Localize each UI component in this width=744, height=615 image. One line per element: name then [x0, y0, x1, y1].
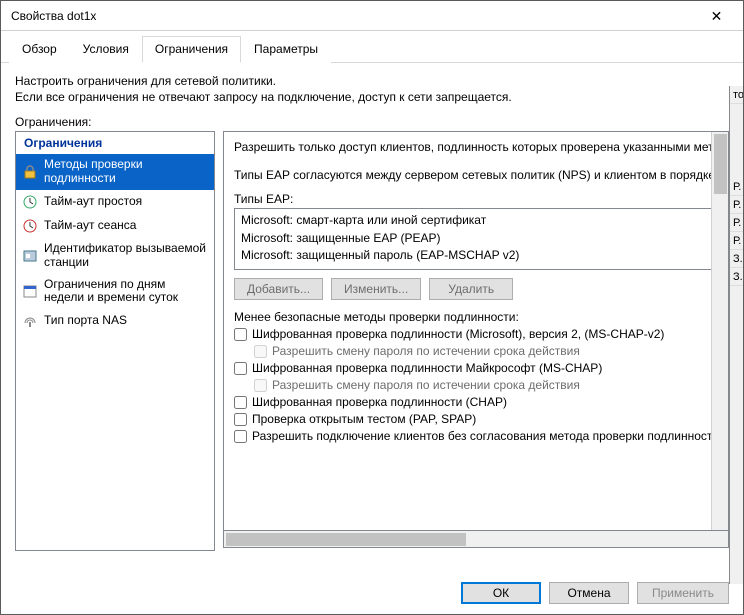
calendar-icon — [22, 283, 38, 299]
list-item[interactable]: Microsoft: защищенный пароль (EAP-MSCHAP… — [241, 247, 729, 264]
checkbox-label: Разрешить смену пароля по истечении срок… — [272, 378, 580, 392]
chk-mschap-v2-pwchange: Разрешить смену пароля по истечении срок… — [254, 344, 729, 358]
cancel-button[interactable]: Отмена — [549, 582, 629, 604]
chk-mschap[interactable]: Шифрованная проверка подлинности Майкрос… — [234, 361, 729, 375]
sidebar-item-idle-timeout[interactable]: Тайм-аут простоя — [16, 190, 214, 214]
dialog-footer: ОК Отмена Применить — [461, 582, 729, 604]
tab-overview[interactable]: Обзор — [9, 36, 70, 63]
background-window-edge: то Р. Р. Р. Р. З. З. — [729, 86, 743, 584]
horizontal-scrollbar[interactable] — [223, 531, 729, 548]
sidebar-item-label: Ограничения по дням недели и времени сут… — [44, 278, 208, 306]
sidebar-item-label: Тайм-аут сеанса — [44, 219, 136, 233]
sidebar-item-called-station-id[interactable]: Идентификатор вызываемой станции — [16, 238, 214, 274]
chk-mschap-v2[interactable]: Шифрованная проверка подлинности (Micros… — [234, 327, 729, 341]
description-line1: Настроить ограничения для сетевой полити… — [15, 73, 729, 89]
eap-negotiation-text: Типы EAP согласуются между сервером сете… — [234, 168, 729, 182]
checkbox-input[interactable] — [234, 396, 247, 409]
allow-clients-text: Разрешить только доступ клиентов, подлин… — [234, 140, 729, 154]
checkbox-label: Разрешить смену пароля по истечении срок… — [272, 344, 580, 358]
chk-unauthenticated[interactable]: Разрешить подключение клиентов без согла… — [234, 429, 729, 443]
titlebar: Свойства dot1x ✕ — [1, 1, 743, 31]
chk-chap[interactable]: Шифрованная проверка подлинности (CHAP) — [234, 395, 729, 409]
sidebar-item-label: Тип порта NAS — [44, 314, 127, 328]
close-icon[interactable]: ✕ — [694, 2, 739, 30]
list-item[interactable]: Microsoft: защищенные EAP (PEAP) — [241, 230, 729, 247]
bg-cell: Р. — [730, 178, 743, 196]
list-item[interactable]: Microsoft: смарт-карта или иной сертифик… — [241, 212, 729, 229]
sidebar-item-day-time[interactable]: Ограничения по дням недели и времени сут… — [16, 274, 214, 310]
less-secure-label: Менее безопасные методы проверки подлинн… — [234, 310, 729, 324]
dialog-window: Свойства dot1x ✕ Обзор Условия Ограничен… — [0, 0, 744, 615]
antenna-icon — [22, 313, 38, 329]
tab-conditions[interactable]: Условия — [70, 36, 142, 63]
lock-icon — [22, 164, 38, 180]
description-line2: Если все ограничения не отвечают запросу… — [15, 89, 729, 105]
checkbox-label: Шифрованная проверка подлинности (CHAP) — [252, 395, 507, 409]
edit-button[interactable]: Изменить... — [331, 278, 421, 300]
checkbox-input[interactable] — [234, 328, 247, 341]
apply-button[interactable]: Применить — [637, 582, 729, 604]
checkbox-input — [254, 345, 267, 358]
sidebar-item-label: Идентификатор вызываемой станции — [44, 242, 208, 270]
constraints-sidebar: Ограничения Методы проверки подлинности … — [15, 131, 215, 551]
sidebar-item-nas-port-type[interactable]: Тип порта NAS — [16, 309, 214, 333]
clock-red-icon — [22, 218, 38, 234]
bg-cell: то — [730, 86, 743, 104]
checkbox-label: Шифрованная проверка подлинности (Micros… — [252, 327, 664, 341]
vertical-scrollbar[interactable] — [711, 132, 728, 530]
chk-pap-spap[interactable]: Проверка открытым тестом (PAP, SPAP) — [234, 412, 729, 426]
description-text: Настроить ограничения для сетевой полити… — [15, 73, 729, 105]
constraints-label: Ограничения: — [15, 115, 729, 129]
scrollbar-thumb[interactable] — [714, 134, 727, 194]
checkbox-label: Разрешить подключение клиентов без согла… — [252, 429, 715, 443]
chk-mschap-pwchange: Разрешить смену пароля по истечении срок… — [254, 378, 729, 392]
checkbox-input — [254, 379, 267, 392]
sidebar-header: Ограничения — [16, 132, 214, 154]
bg-cell: Р. — [730, 214, 743, 232]
tab-strip: Обзор Условия Ограничения Параметры — [1, 31, 743, 63]
settings-panel: Разрешить только доступ клиентов, подлин… — [223, 131, 729, 531]
window-title: Свойства dot1x — [11, 9, 694, 23]
checkbox-label: Шифрованная проверка подлинности Майкрос… — [252, 361, 602, 375]
eap-types-label: Типы EAP: — [234, 192, 729, 206]
checkbox-input[interactable] — [234, 430, 247, 443]
add-button[interactable]: Добавить... — [234, 278, 323, 300]
delete-button[interactable]: Удалить — [429, 278, 513, 300]
bg-cell: Р. — [730, 232, 743, 250]
bg-cell: Р. — [730, 196, 743, 214]
tab-content: Настроить ограничения для сетевой полити… — [1, 63, 743, 561]
checkbox-input[interactable] — [234, 413, 247, 426]
tab-settings[interactable]: Параметры — [241, 36, 331, 63]
sidebar-item-label: Тайм-аут простоя — [44, 195, 142, 209]
bg-cell: З. — [730, 250, 743, 268]
sidebar-item-session-timeout[interactable]: Тайм-аут сеанса — [16, 214, 214, 238]
clock-icon — [22, 194, 38, 210]
tab-constraints[interactable]: Ограничения — [142, 36, 241, 63]
ok-button[interactable]: ОК — [461, 582, 541, 604]
bg-cell: З. — [730, 268, 743, 286]
checkbox-label: Проверка открытым тестом (PAP, SPAP) — [252, 412, 476, 426]
sidebar-item-label: Методы проверки подлинности — [44, 158, 208, 186]
sidebar-item-auth-methods[interactable]: Методы проверки подлинности — [16, 154, 214, 190]
id-icon — [22, 248, 38, 264]
checkbox-input[interactable] — [234, 362, 247, 375]
eap-types-listbox[interactable]: Microsoft: смарт-карта или иной сертифик… — [234, 208, 729, 270]
scrollbar-thumb[interactable] — [226, 533, 466, 546]
